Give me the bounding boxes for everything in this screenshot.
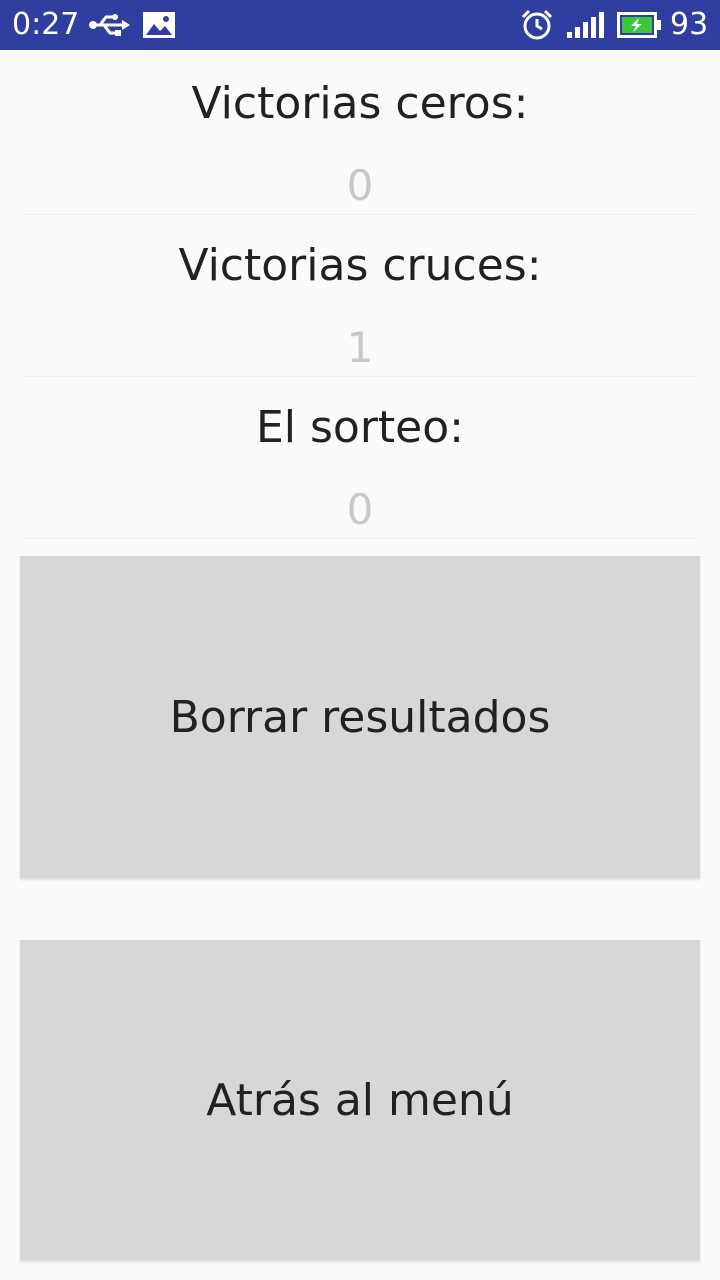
draw-label: El sorteo: xyxy=(255,402,464,453)
clear-results-label: Borrar resultados xyxy=(169,691,551,743)
alarm-icon xyxy=(521,9,553,40)
back-to-menu-label: Atrás al menú xyxy=(206,1074,514,1126)
back-to-menu-button[interactable]: Atrás al menú xyxy=(20,940,700,1260)
status-bar: 0:27 93 xyxy=(0,0,720,50)
usb-icon xyxy=(89,14,130,36)
zeros-wins-value: 0 xyxy=(22,158,698,215)
battery-charging-icon xyxy=(617,12,661,38)
image-icon xyxy=(143,12,175,38)
status-time: 0:27 xyxy=(12,7,80,42)
signal-icon xyxy=(567,12,604,38)
clear-results-button[interactable]: Borrar resultados xyxy=(20,556,700,878)
draw-value: 0 xyxy=(22,482,698,539)
zeros-wins-label: Victorias ceros: xyxy=(191,78,529,129)
crosses-wins-value: 1 xyxy=(22,320,698,377)
results-screen: Victorias ceros: 0 Victorias cruces: 1 E… xyxy=(0,50,720,1280)
battery-level-text: 93 xyxy=(670,7,709,42)
crosses-wins-label: Victorias cruces: xyxy=(178,240,542,291)
